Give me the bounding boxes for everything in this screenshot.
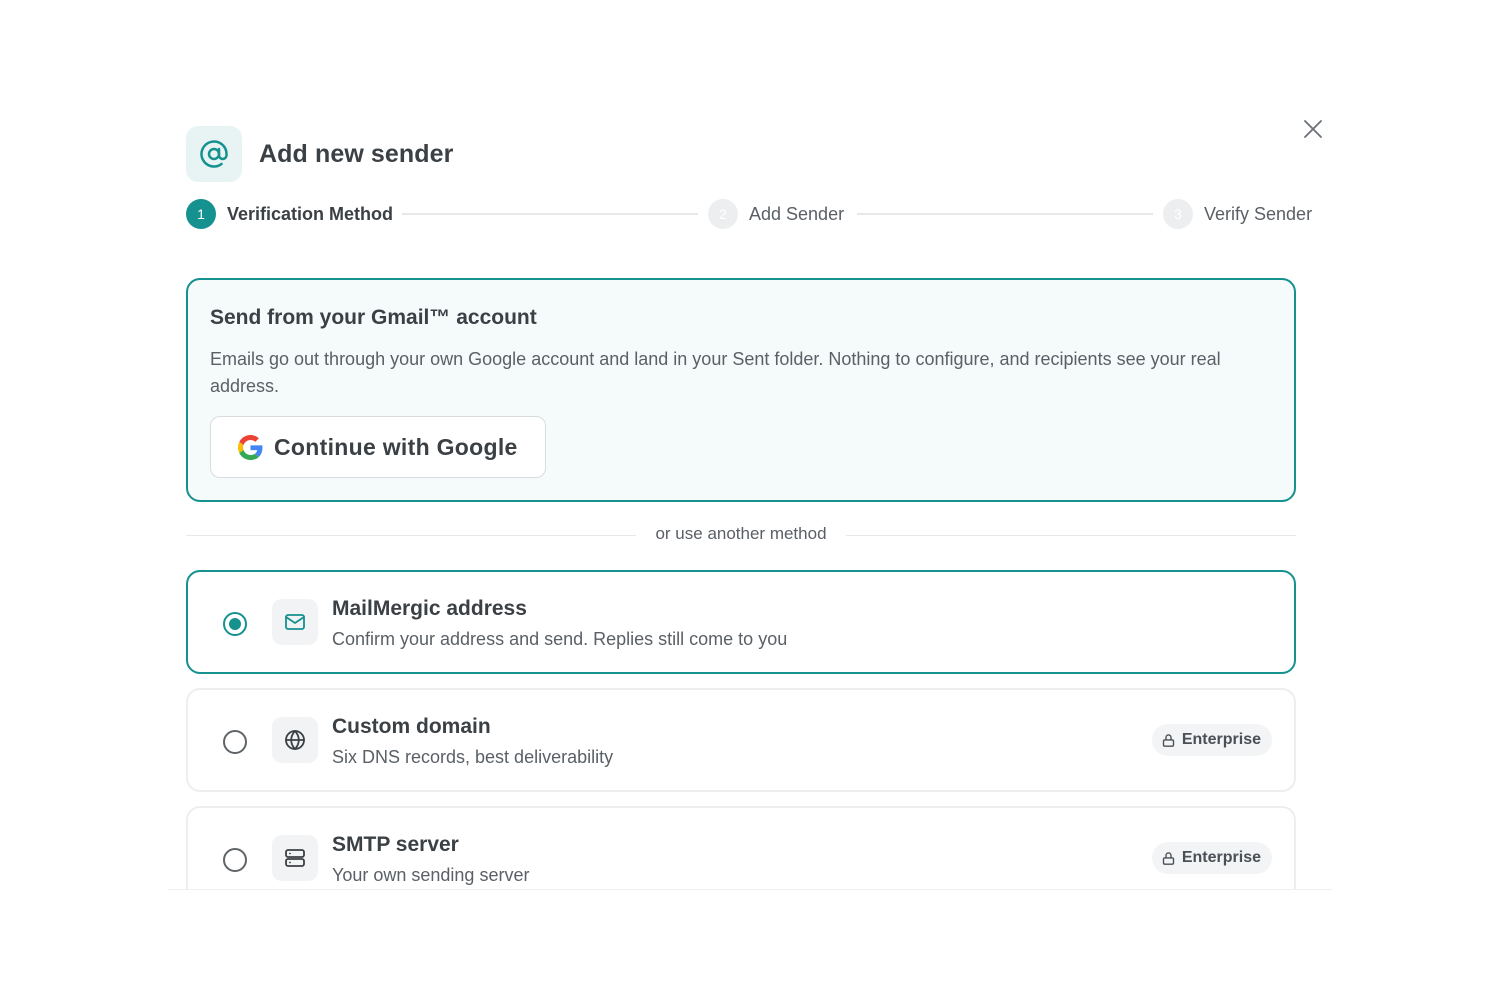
option-description: Six DNS records, best deliverability [332, 747, 614, 767]
option-icon-box [272, 599, 318, 645]
step-label: Verification Method [227, 203, 394, 224]
continue-with-google-label: Continue with Google [274, 433, 518, 460]
option-smtp-server[interactable]: SMTP server Your own sending server Ente… [186, 806, 1296, 889]
step-label: Add Sender [749, 203, 845, 224]
step-label: Verify Sender [1204, 203, 1313, 224]
gmail-card-description: Emails go out through your own Google ac… [210, 349, 1221, 396]
option-icon-box [272, 835, 318, 881]
step-verify-sender: 3 Verify Sender [1163, 199, 1312, 229]
option-title: SMTP server [332, 833, 459, 856]
step-connector [402, 213, 698, 215]
step-number: 2 [708, 199, 738, 229]
step-number: 3 [1163, 199, 1193, 229]
envelope-icon [285, 614, 305, 630]
option-title: Custom domain [332, 715, 491, 738]
radio-smtp-server[interactable] [223, 848, 247, 872]
option-description: Your own sending server [332, 865, 530, 885]
lock-icon [1162, 733, 1175, 747]
step-verification-method: 1 Verification Method [186, 199, 393, 229]
close-button[interactable] [1300, 116, 1326, 142]
modal-header: Add new sender [186, 126, 454, 182]
divider-text: or use another method [643, 524, 839, 543]
at-sign-icon [200, 140, 228, 168]
server-icon [285, 849, 305, 867]
radio-dot [229, 618, 241, 630]
gmail-card-title: Send from your Gmail™ account [210, 306, 537, 329]
option-custom-domain[interactable]: Custom domain Six DNS records, best deli… [186, 688, 1296, 792]
add-sender-modal: Add new sender 1 Verification Method 2 A… [168, 110, 1332, 890]
header-icon-box [186, 126, 242, 182]
radio-mailmergic[interactable] [223, 612, 247, 636]
close-icon [1304, 120, 1322, 138]
modal-title: Add new sender [259, 139, 454, 168]
gmail-option-card: Send from your Gmail™ account Emails go … [186, 278, 1296, 502]
badge-label: Enterprise [1181, 849, 1261, 866]
google-logo-icon [238, 434, 263, 460]
enterprise-badge: Enterprise [1151, 842, 1272, 874]
continue-with-google-button[interactable]: Continue with Google [210, 416, 546, 478]
step-number: 1 [186, 199, 216, 229]
method-divider: or use another method [186, 524, 1296, 548]
badge-label: Enterprise [1181, 731, 1261, 748]
lock-icon [1162, 851, 1175, 865]
stepper: 1 Verification Method 2 Add Sender 3 Ver… [186, 199, 1318, 229]
option-mailmergic-address[interactable]: MailMergic address Confirm your address … [186, 570, 1296, 674]
option-title: MailMergic address [332, 597, 527, 620]
step-add-sender: 2 Add Sender [708, 199, 844, 229]
step-connector [857, 213, 1153, 215]
option-description: Confirm your address and send. Replies s… [332, 629, 788, 649]
radio-custom-domain[interactable] [223, 730, 247, 754]
enterprise-badge: Enterprise [1151, 724, 1272, 756]
option-icon-box [272, 717, 318, 763]
globe-icon [285, 730, 305, 750]
